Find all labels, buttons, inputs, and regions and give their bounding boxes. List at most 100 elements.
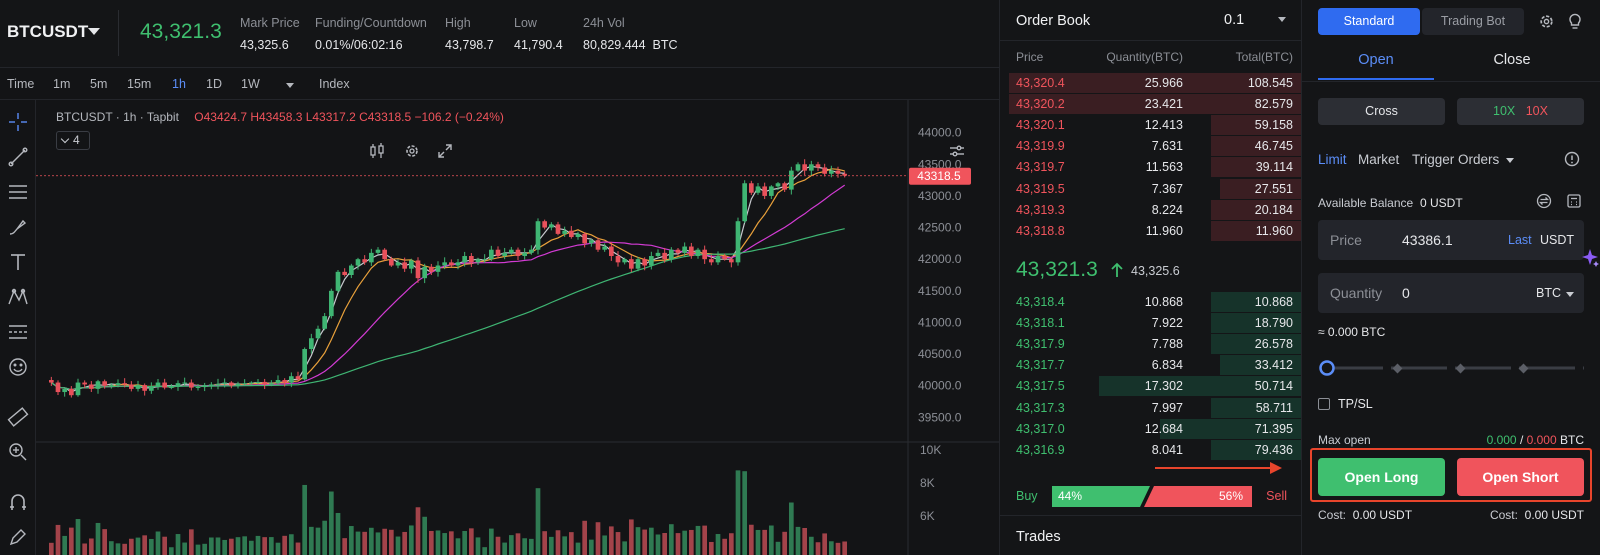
index-button[interactable]: Index (319, 77, 350, 91)
volume-bar (515, 533, 521, 555)
quantity-value[interactable]: 0 (1402, 285, 1410, 301)
price-input[interactable]: Price 43386.1 Last USDT (1318, 220, 1584, 260)
calculator-icon[interactable] (1566, 193, 1582, 209)
price-chart[interactable]: 44000.043500.043000.042500.042000.041500… (36, 100, 999, 555)
open-long-button[interactable]: Open Long (1318, 458, 1445, 496)
order-type-market[interactable]: Market (1358, 152, 1399, 167)
ask-row[interactable]: 43,319.9 7.631 46.745 (1000, 136, 1301, 157)
bid-qty: 6.834 (1151, 358, 1183, 373)
precision-selector[interactable]: 0.1 (1224, 12, 1244, 28)
volume-bar (355, 531, 361, 555)
candle (195, 386, 201, 388)
indicator-count: 4 (73, 133, 80, 147)
volume-bar (189, 529, 194, 555)
ask-row[interactable]: 43,320.2 23.421 82.579 (1000, 94, 1301, 115)
quantity-input[interactable]: Quantity 0 BTC (1318, 273, 1584, 313)
open-short-button[interactable]: Open Short (1457, 458, 1584, 496)
fib-icon[interactable] (6, 320, 30, 344)
pencil-lock-icon[interactable] (6, 525, 30, 549)
quantity-slider[interactable] (1318, 358, 1584, 378)
tab-standard[interactable]: Standard (1318, 8, 1420, 35)
interval-1h[interactable]: 1h (172, 77, 186, 91)
crosshair-icon[interactable] (6, 110, 30, 134)
bid-row[interactable]: 43,317.0 12.684 71.395 (1000, 418, 1301, 439)
leverage-button[interactable]: 10X 10X (1457, 98, 1584, 125)
interval-5m[interactable]: 5m (90, 77, 107, 91)
chevron-down-icon[interactable] (88, 28, 100, 35)
interval-1w[interactable]: 1W (241, 77, 260, 91)
ask-row[interactable]: 43,319.3 8.224 20.184 (1000, 199, 1301, 220)
ask-price: 43,319.7 (1016, 160, 1065, 175)
gear-icon[interactable] (1538, 13, 1555, 30)
time-button[interactable]: Time (7, 77, 34, 91)
magnet-icon[interactable] (6, 490, 30, 514)
emoji-icon[interactable] (6, 355, 30, 379)
text-tool-icon[interactable] (6, 250, 30, 274)
volume-bar (282, 535, 287, 555)
price-value[interactable]: 43386.1 (1402, 232, 1453, 248)
bid-row[interactable]: 43,317.7 6.834 33.412 (1000, 355, 1301, 376)
volume-bar (469, 528, 474, 555)
ask-row[interactable]: 43,320.4 25.966 108.545 (1000, 73, 1301, 93)
ruler-icon[interactable] (6, 405, 30, 429)
ask-row[interactable]: 43,319.5 7.367 27.551 (1000, 178, 1301, 199)
bid-row[interactable]: 43,317.3 7.997 58.711 (1000, 397, 1301, 418)
ask-qty: 23.421 (1144, 97, 1183, 112)
chevron-down-icon[interactable] (1566, 292, 1574, 297)
order-type-limit[interactable]: Limit (1318, 152, 1347, 167)
bid-row[interactable]: 43,317.9 7.788 26.578 (1000, 334, 1301, 355)
volume-bar (629, 519, 634, 555)
bid-row[interactable]: 43,318.1 7.922 18.790 (1000, 313, 1301, 334)
pattern-icon[interactable] (6, 285, 30, 309)
last-price-button[interactable]: Last (1508, 233, 1532, 247)
tab-trading-bot[interactable]: Trading Bot (1422, 8, 1524, 35)
ask-row[interactable]: 43,318.8 11.960 11.960 (1000, 220, 1301, 241)
trades-title[interactable]: Trades (1016, 529, 1061, 545)
ask-row[interactable]: 43,320.1 12.413 59.158 (1000, 115, 1301, 136)
more-intervals-icon[interactable] (286, 83, 294, 88)
bid-row[interactable]: 43,317.5 17.302 50.714 (1000, 376, 1301, 397)
bid-qty: 17.302 (1144, 379, 1183, 394)
margin-mode-button[interactable]: Cross (1318, 98, 1445, 125)
order-type-trigger[interactable]: Trigger Orders (1412, 152, 1499, 167)
price-tick: 43000.0 (918, 189, 962, 203)
volume-bar (235, 537, 241, 555)
candle (682, 246, 687, 253)
tpsl-checkbox[interactable] (1318, 398, 1330, 410)
interval-1m[interactable]: 1m (53, 77, 70, 91)
trend-line-icon[interactable] (6, 145, 30, 169)
candle (495, 249, 501, 257)
bid-total: 10.868 (1254, 295, 1293, 309)
indicator-toggle[interactable]: 4 (56, 131, 90, 150)
brush-icon[interactable] (6, 215, 30, 239)
sparkle-icon[interactable] (1580, 248, 1600, 268)
high-value: 43,798.7 (445, 38, 494, 52)
chevron-down-icon[interactable] (1278, 17, 1286, 22)
candle (775, 183, 781, 187)
candle (749, 183, 754, 193)
volume-bar (489, 528, 494, 555)
ask-row[interactable]: 43,319.7 11.563 39.114 (1000, 157, 1301, 178)
volume-bar (409, 525, 414, 555)
volume-bar (75, 519, 81, 555)
volume-bar (482, 547, 487, 555)
bid-row[interactable]: 43,318.4 10.868 10.868 (1000, 292, 1301, 312)
tab-close[interactable]: Close (1454, 52, 1570, 82)
candle (335, 271, 341, 291)
lightbulb-icon[interactable] (1567, 12, 1583, 30)
volume-bar (769, 525, 774, 555)
transfer-icon[interactable] (1536, 193, 1552, 209)
horizontal-lines-icon[interactable] (6, 180, 30, 204)
symbol-selector[interactable]: BTCUSDT (7, 22, 88, 42)
ask-total: 59.158 (1254, 118, 1293, 133)
bid-row[interactable]: 43,316.9 8.041 79.436 (1000, 439, 1301, 460)
interval-15m[interactable]: 15m (127, 77, 151, 91)
quantity-unit-selector[interactable]: BTC (1536, 286, 1561, 300)
interval-1d[interactable]: 1D (206, 77, 222, 91)
chevron-down-icon[interactable] (1506, 158, 1514, 163)
volume-bar (662, 532, 667, 555)
volume-bar (475, 537, 481, 555)
zoom-icon[interactable] (6, 440, 30, 464)
info-icon[interactable] (1564, 151, 1580, 167)
volume-bar (115, 543, 121, 555)
